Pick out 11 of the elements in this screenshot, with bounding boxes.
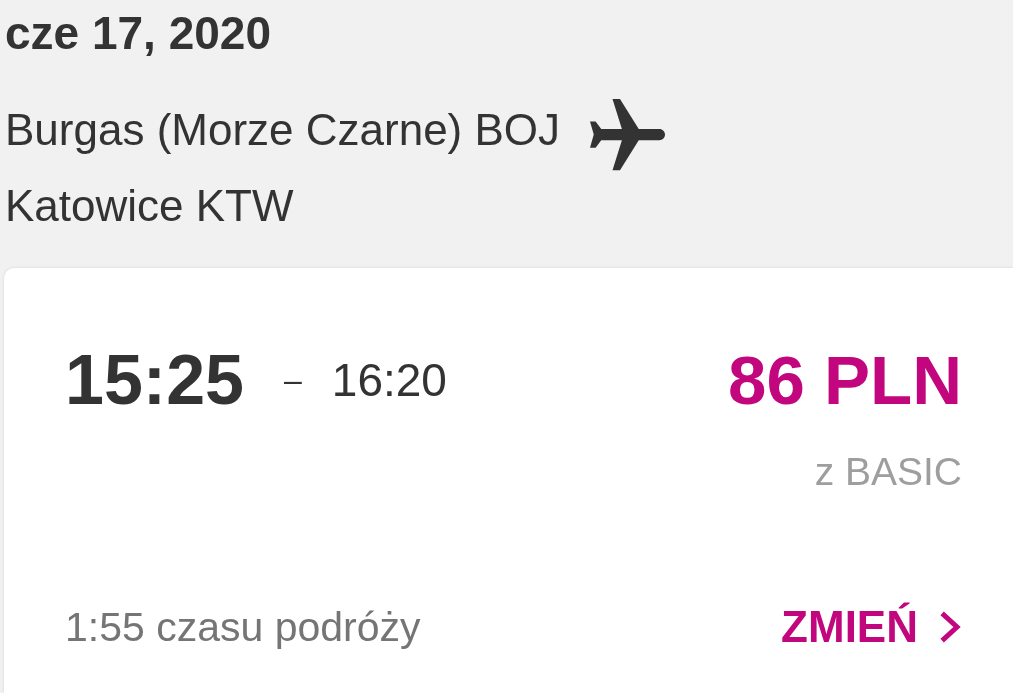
airplane-icon — [590, 97, 666, 172]
departure-time: 15:25 — [65, 345, 245, 415]
flight-date: cze 17, 2020 — [5, 10, 271, 56]
travel-duration: 1:55 czasu podróży — [65, 606, 421, 648]
destination-airport: Katowice KTW — [5, 184, 294, 228]
time-separator: – — [284, 364, 302, 396]
origin-airport: Burgas (Morze Czarne) BOJ — [5, 108, 561, 152]
fare-type: z BASIC — [814, 452, 962, 491]
fare-price: 86 PLN — [728, 345, 962, 415]
chevron-right-icon — [940, 611, 962, 643]
arrival-time: 16:20 — [331, 357, 447, 403]
